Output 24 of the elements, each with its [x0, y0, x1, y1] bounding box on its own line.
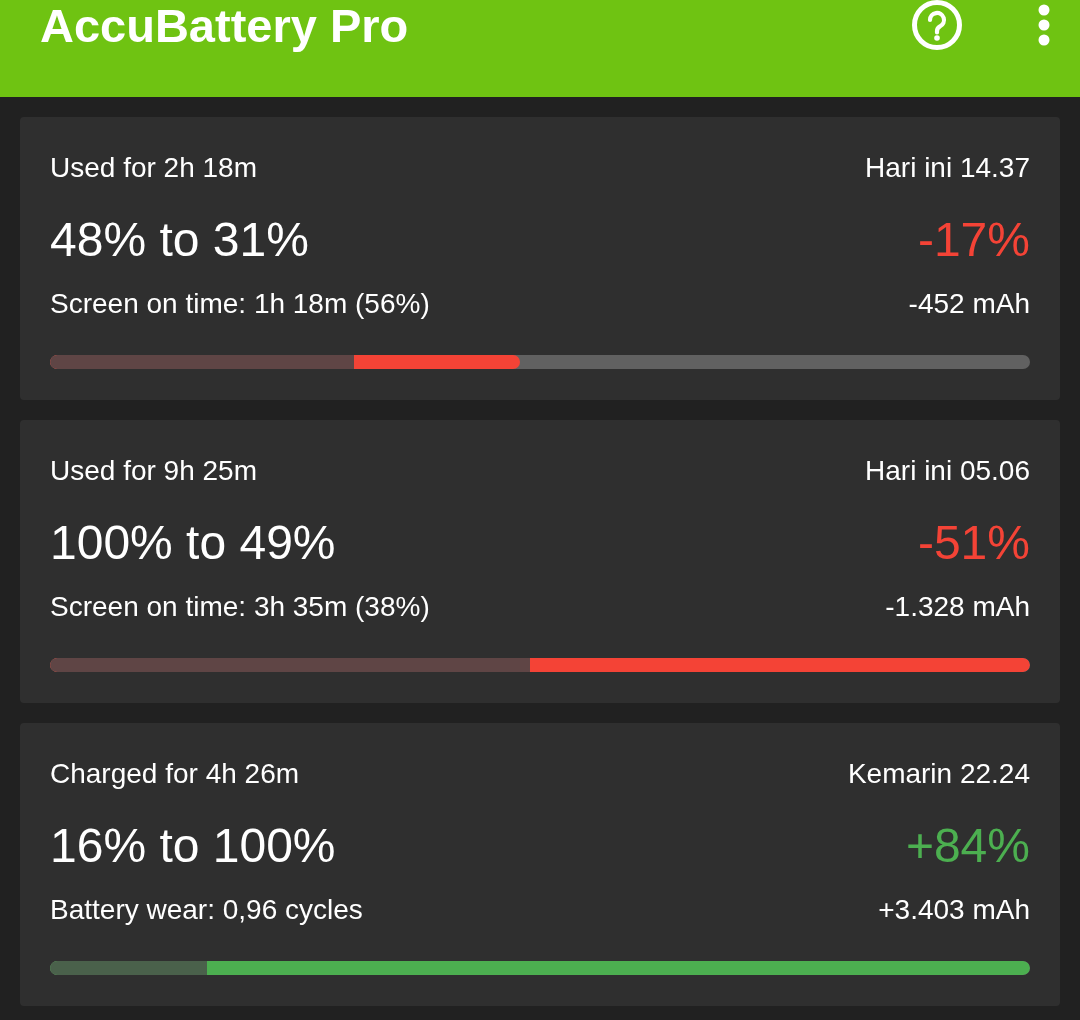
charge-range: 100% to 49%: [50, 515, 336, 571]
session-duration: Used for 2h 18m: [50, 152, 257, 184]
session-duration: Charged for 4h 26m: [50, 758, 300, 790]
charge-change: -51%: [917, 515, 1030, 571]
session-time: Hari ini 05.06: [865, 455, 1030, 487]
session-detail: Screen on time: 3h 35m (38%): [50, 591, 430, 623]
charge-range: 48% to 31%: [50, 212, 309, 268]
session-duration: Used for 9h 25m: [50, 455, 257, 487]
capacity-change: -452 mAh: [908, 288, 1030, 320]
session-card[interactable]: Used for 2h 18m Hari ini 14.37 48% to 31% -17% Screen on time: 1h 18m (56%) -452 mAh: [20, 117, 1060, 400]
charge-range: 16% to 100%: [50, 818, 336, 874]
overflow-menu-icon[interactable]: [1038, 4, 1050, 46]
session-time: Hari ini 14.37: [865, 152, 1030, 184]
session-card[interactable]: Used for 9h 25m Hari ini 05.06 100% to 49% -51% Screen on time: 3h 35m (38%) -1.328 mAh: [20, 420, 1060, 703]
session-time: Kemarin 22.24: [847, 758, 1030, 790]
session-card[interactable]: Charged for 4h 26m Kemarin 22.24 16% to 100% +84% Battery wear: 0,96 cycles +3.403 mAh: [20, 723, 1060, 1006]
help-icon[interactable]: [912, 0, 962, 50]
app-title: AccuBattery Pro: [40, 0, 409, 52]
capacity-change: -1.328 mAh: [885, 591, 1030, 623]
capacity-change: +3.403 mAh: [878, 894, 1030, 926]
charge-change: -17%: [917, 212, 1030, 268]
session-detail: Screen on time: 1h 18m (56%): [50, 288, 430, 320]
charge-change: +84%: [905, 818, 1030, 874]
session-detail: Battery wear: 0,96 cycles: [50, 894, 363, 926]
